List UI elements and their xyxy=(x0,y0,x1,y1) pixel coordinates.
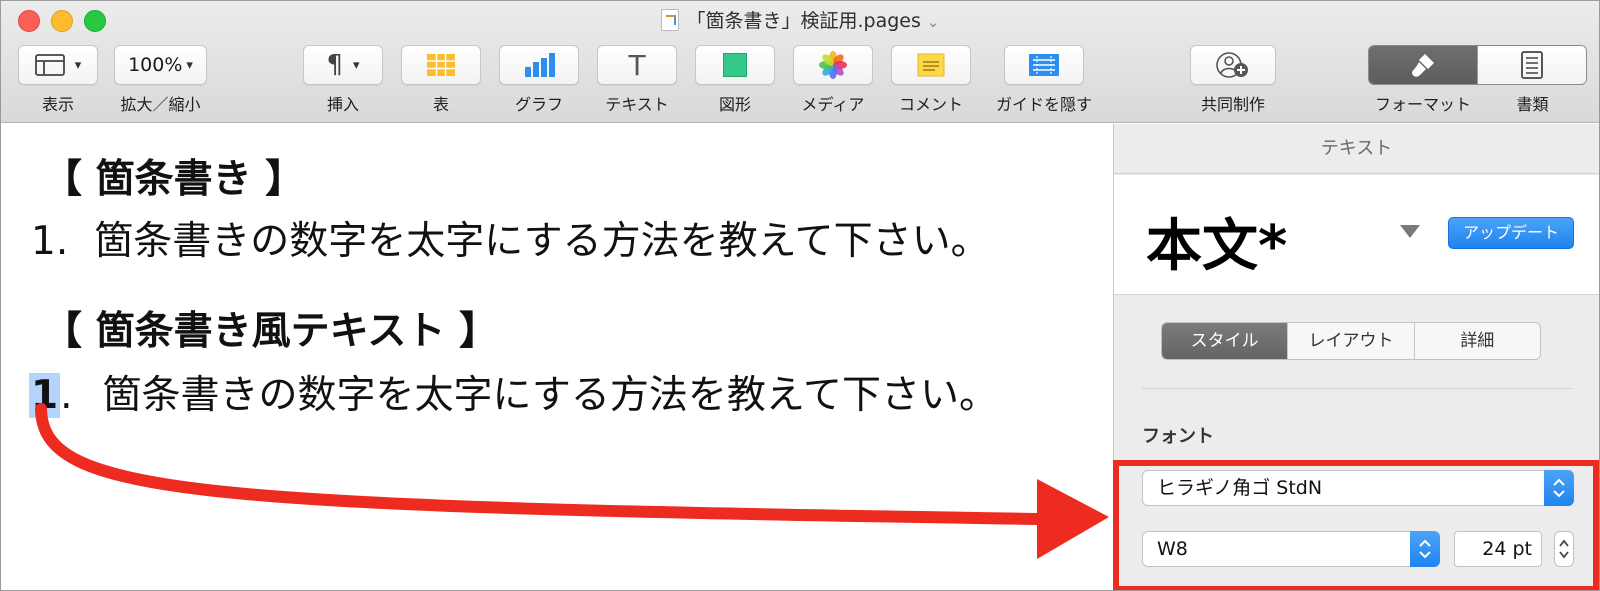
view-button[interactable]: ▾ xyxy=(18,45,98,85)
hide-guides-label: ガイドを隠す xyxy=(995,95,1092,114)
tab-layout[interactable]: レイアウト xyxy=(1287,323,1413,359)
format-inspector-button[interactable] xyxy=(1369,46,1477,84)
view-label: 表示 xyxy=(41,95,74,114)
bar-chart-icon xyxy=(525,53,555,77)
chevron-down-icon: ▾ xyxy=(353,57,360,73)
inspector-toggle-group xyxy=(1368,45,1587,85)
document-inspector-button[interactable] xyxy=(1477,46,1586,84)
chevron-down-icon[interactable]: ⌄ xyxy=(927,13,940,31)
text-t-icon: T xyxy=(628,48,646,82)
window-title-bar[interactable]: 「箇条書き」検証用.pages ⌄ xyxy=(1,8,1599,35)
hide-guides-button[interactable] xyxy=(1004,45,1084,85)
list-item[interactable]: 1. 箇条書きの数字を太字にする方法を教えて下さい。 xyxy=(29,364,998,420)
up-down-arrows-icon xyxy=(1410,531,1440,567)
pages-document-icon xyxy=(660,9,679,31)
comment-label: コメント xyxy=(898,95,963,114)
media-label: メディア xyxy=(801,95,865,114)
list-item[interactable]: 1. 箇条書きの数字を太字にする方法を教えて下さい。 xyxy=(31,210,990,266)
font-size-stepper[interactable] xyxy=(1554,531,1574,567)
up-down-arrows-icon xyxy=(1559,539,1569,559)
square-shape-icon xyxy=(723,53,747,77)
update-style-button[interactable]: アップデート xyxy=(1448,217,1574,249)
comment-button[interactable] xyxy=(891,45,971,85)
chart-button[interactable] xyxy=(499,45,579,85)
list-item-text: 箇条書きの数字を太字にする方法を教えて下さい。 xyxy=(102,373,998,418)
insert-button[interactable]: ¶ ▾ xyxy=(303,45,383,85)
document-canvas[interactable]: 【 箇条書き 】 1. 箇条書きの数字を太字にする方法を教えて下さい。 【 箇条書… xyxy=(1,124,1113,590)
list-number-period: . xyxy=(60,373,73,418)
photos-flower-icon xyxy=(819,51,847,79)
media-button[interactable] xyxy=(793,45,873,85)
list-item-text: 箇条書きの数字を太字にする方法を教えて下さい。 xyxy=(94,219,990,264)
tab-style[interactable]: スタイル xyxy=(1162,323,1288,359)
inspector-header: テキスト xyxy=(1114,124,1599,174)
collaborate-label: 共同制作 xyxy=(1200,95,1265,114)
font-weight-select[interactable]: W8 xyxy=(1142,531,1440,567)
paragraph-style-name[interactable]: 本文* xyxy=(1146,201,1287,282)
tab-more[interactable]: 詳細 xyxy=(1413,323,1540,359)
list-number: 1. xyxy=(31,219,69,264)
shape-label: 図形 xyxy=(718,95,751,114)
font-family-select[interactable]: ヒラギノ角ゴ StdN xyxy=(1142,470,1574,506)
document-label: 書類 xyxy=(1516,95,1549,114)
heading-bullet-style-text[interactable]: 【 箇条書き風テキスト 】 xyxy=(43,300,498,356)
paragraph-style-dropdown-icon[interactable] xyxy=(1400,225,1420,238)
text-box-button[interactable]: T xyxy=(597,45,677,85)
chevron-down-icon: ▾ xyxy=(186,57,193,73)
chart-label: グラフ xyxy=(514,95,563,114)
pages-window: 「箇条書き」検証用.pages ⌄ ▾ 表示 100% ▾ 拡大／縮小 ¶ ▾ 挿… xyxy=(0,0,1600,591)
font-family-value: ヒラギノ角ゴ StdN xyxy=(1157,477,1323,499)
selected-number[interactable]: 1 xyxy=(29,373,61,418)
insert-label: 挿入 xyxy=(326,95,359,114)
heading-bullets[interactable]: 【 箇条書き 】 xyxy=(43,148,304,204)
text-label: テキスト xyxy=(605,95,669,114)
zoom-value: 100% xyxy=(128,54,183,76)
font-weight-value: W8 xyxy=(1157,538,1188,560)
sidebar-layout-icon xyxy=(34,54,65,76)
paintbrush-icon xyxy=(1412,54,1434,77)
shape-button[interactable] xyxy=(695,45,775,85)
zoom-label: 拡大／縮小 xyxy=(120,95,201,114)
table-icon xyxy=(427,54,455,76)
chevron-down-icon: ▾ xyxy=(74,57,82,73)
inspector-tabs: スタイル レイアウト 詳細 xyxy=(1161,322,1541,360)
font-section-label: フォント xyxy=(1142,426,1214,447)
table-button[interactable] xyxy=(401,45,481,85)
window-title: 「箇条書き」検証用.pages xyxy=(686,10,921,32)
format-label: フォーマット xyxy=(1374,95,1471,114)
document-lines-icon xyxy=(1521,51,1543,79)
table-label: 表 xyxy=(432,95,449,114)
font-size-input[interactable]: 24 pt xyxy=(1454,531,1542,567)
format-inspector-panel: テキスト 本文* アップデート スタイル レイアウト 詳細 フォント ヒラギノ角… xyxy=(1113,124,1599,590)
toolbar: 「箇条書き」検証用.pages ⌄ ▾ 表示 100% ▾ 拡大／縮小 ¶ ▾ 挿… xyxy=(1,1,1599,123)
up-down-arrows-icon xyxy=(1544,470,1574,506)
zoom-dropdown[interactable]: 100% ▾ xyxy=(114,45,207,85)
section-divider xyxy=(1142,388,1572,389)
pilcrow-icon: ¶ xyxy=(326,50,343,80)
guides-icon xyxy=(1029,54,1059,76)
sticky-note-icon xyxy=(917,53,945,77)
collaborate-button[interactable] xyxy=(1190,45,1276,85)
paragraph-style-section: 本文* アップデート xyxy=(1114,175,1599,295)
add-person-icon xyxy=(1216,52,1248,78)
